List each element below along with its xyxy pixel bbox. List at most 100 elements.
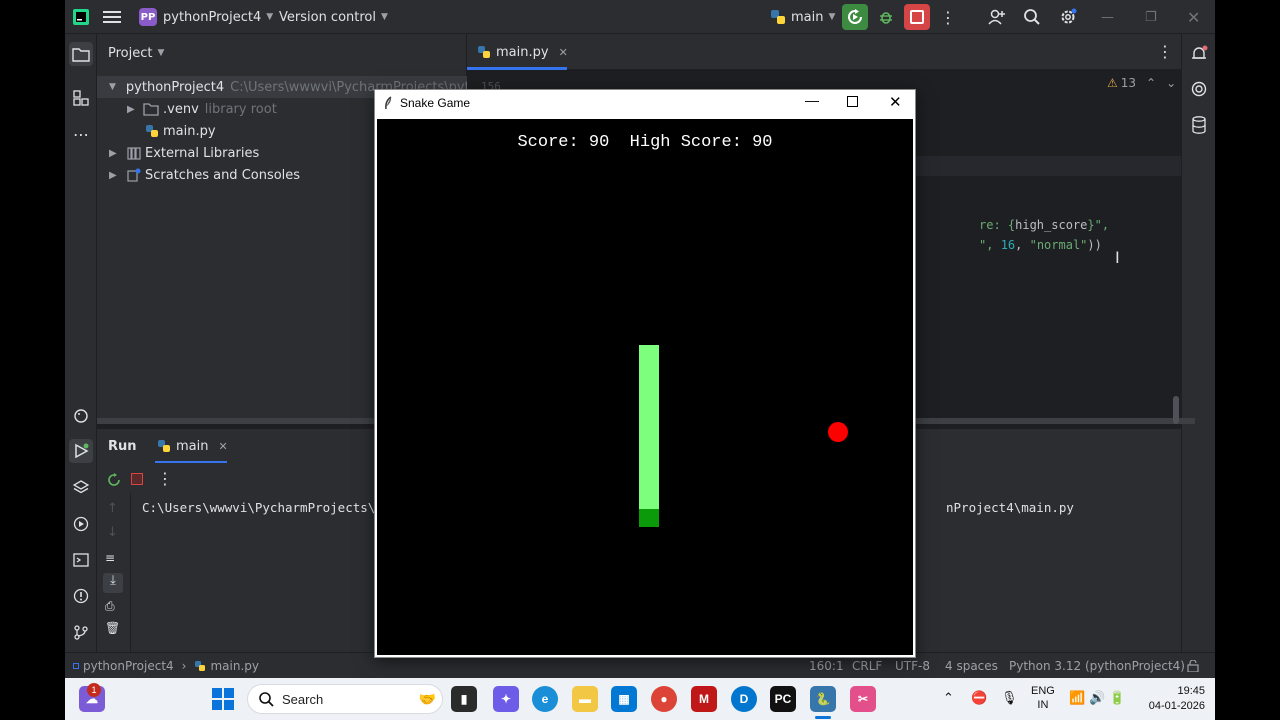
copilot-icon[interactable]: ✦ bbox=[493, 686, 519, 712]
main-py-label: main.py bbox=[163, 123, 216, 139]
problems-icon[interactable] bbox=[69, 584, 93, 608]
version-control-menu[interactable]: Version control ▼ bbox=[279, 0, 388, 34]
start-windows-icon[interactable] bbox=[212, 688, 234, 713]
pycharm-taskbar-icon[interactable]: PC bbox=[770, 686, 796, 712]
snake-game-canvas[interactable]: Score: 90 High Score: 90 bbox=[377, 119, 913, 655]
scroll-to-end-icon[interactable]: ⤓ bbox=[103, 573, 123, 593]
chrome-icon[interactable]: ● bbox=[651, 686, 677, 712]
git-icon[interactable] bbox=[69, 620, 93, 644]
chevron-down-icon: ▼ bbox=[266, 12, 274, 22]
console-output-line-left: C:\Users\wwwvi\PycharmProjects\p bbox=[142, 500, 383, 515]
mcafee-tray-icon[interactable]: ⛔ bbox=[971, 690, 987, 706]
microphone-icon[interactable]: 🎙 bbox=[1001, 690, 1018, 706]
snake-head bbox=[639, 509, 659, 527]
indent-setting[interactable]: 4 spaces bbox=[945, 653, 998, 678]
run-tab-label: main bbox=[176, 438, 209, 454]
rerun-icon[interactable] bbox=[107, 473, 121, 491]
database-icon[interactable] bbox=[1187, 113, 1211, 137]
microsoft-store-icon[interactable]: ▦ bbox=[611, 686, 637, 712]
project-panel-header[interactable]: Project ▼ bbox=[108, 42, 164, 64]
minimize-icon[interactable]: — bbox=[805, 92, 819, 108]
scroll-down-arrow-icon[interactable]: ↓ bbox=[107, 525, 118, 540]
project-folder-icon[interactable] bbox=[69, 42, 93, 66]
tab-main-py[interactable]: main.py ✕ bbox=[477, 34, 568, 70]
feather-icon bbox=[385, 96, 392, 110]
maximize-icon[interactable] bbox=[847, 96, 858, 107]
search-icon[interactable] bbox=[1019, 4, 1045, 30]
python-window-taskbar-icon[interactable]: 🐍 bbox=[810, 686, 836, 712]
tree-item-scratches[interactable]: ▶ Scratches and Consoles bbox=[97, 164, 300, 186]
tree-item-external-libraries[interactable]: ▶ External Libraries bbox=[97, 142, 259, 164]
more-tools-icon[interactable]: ⋯ bbox=[69, 122, 93, 146]
left-tool-strip: ⋯ bbox=[65, 34, 97, 652]
more-actions-icon[interactable]: ⋮ bbox=[935, 4, 961, 30]
console-output-line-right: nProject4\main.py bbox=[946, 500, 1074, 515]
python-interpreter[interactable]: Python 3.12 (pythonProject4) bbox=[1009, 653, 1185, 678]
task-view-icon[interactable]: ▮ bbox=[451, 686, 477, 712]
notifications-bell-icon[interactable] bbox=[1187, 42, 1211, 66]
branch-selector[interactable]: main ▼ bbox=[769, 0, 835, 34]
minimize-window-icon[interactable]: — bbox=[1101, 0, 1114, 34]
volume-icon[interactable]: 🔊 bbox=[1089, 690, 1105, 706]
snake-window-title-bar[interactable]: Snake Game — ✕ bbox=[375, 90, 915, 117]
wifi-icon[interactable]: 📶 bbox=[1069, 690, 1085, 706]
clock[interactable]: 19:45 04-01-2026 bbox=[1145, 684, 1205, 714]
app-logo-icon[interactable] bbox=[73, 0, 89, 34]
dell-icon[interactable]: D bbox=[731, 686, 757, 712]
edge-browser-icon[interactable]: e bbox=[532, 686, 558, 712]
run-tool-icon[interactable] bbox=[69, 439, 93, 463]
chevron-up-icon[interactable]: ⌃ bbox=[1146, 76, 1156, 90]
stop-run-icon[interactable] bbox=[131, 473, 143, 485]
mcafee-icon[interactable]: M bbox=[691, 686, 717, 712]
soft-wrap-icon[interactable]: ≡ bbox=[105, 551, 115, 565]
show-hidden-icons-icon[interactable]: ⌃ bbox=[943, 690, 954, 706]
python-packages-icon[interactable] bbox=[69, 404, 93, 428]
main-menu-icon[interactable] bbox=[103, 0, 121, 34]
external-libraries-label: External Libraries bbox=[145, 145, 260, 161]
inspection-widget[interactable]: ⚠ 13 ⌃ ⌄ bbox=[1107, 76, 1176, 90]
close-tab-icon[interactable]: ✕ bbox=[218, 440, 227, 453]
print-icon[interactable]: ⎙ bbox=[105, 599, 115, 614]
tree-item-main-py[interactable]: main.py bbox=[97, 120, 216, 142]
layers-icon[interactable] bbox=[69, 476, 93, 500]
taskbar-search-box[interactable]: Search 🤝 bbox=[247, 684, 443, 714]
settings-gear-icon[interactable] bbox=[1055, 4, 1081, 30]
stop-button[interactable] bbox=[904, 4, 930, 30]
ai-assistant-icon[interactable] bbox=[1187, 77, 1211, 101]
close-tab-icon[interactable]: ✕ bbox=[559, 46, 568, 59]
snipping-tool-icon[interactable]: ✂ bbox=[850, 686, 876, 712]
debug-bug-icon[interactable] bbox=[873, 4, 899, 30]
search-placeholder: Search bbox=[282, 691, 324, 707]
run-tab-main[interactable]: main ✕ bbox=[157, 429, 228, 463]
chevron-down-icon: ▼ bbox=[157, 48, 165, 58]
language-indicator[interactable]: ENG IN bbox=[1031, 684, 1055, 712]
file-explorer-icon[interactable]: ▬ bbox=[572, 686, 598, 712]
add-user-icon[interactable] bbox=[983, 4, 1009, 30]
close-window-icon[interactable]: ✕ bbox=[1187, 0, 1200, 34]
active-run-tab-underline bbox=[155, 461, 227, 463]
chevron-down-icon[interactable]: ⌄ bbox=[1166, 76, 1176, 90]
lock-icon[interactable] bbox=[1187, 653, 1199, 678]
editor-vertical-scrollbar[interactable] bbox=[1173, 396, 1179, 424]
project-switcher[interactable]: PP pythonProject4 ▼ bbox=[139, 0, 273, 34]
terminal-icon[interactable] bbox=[69, 548, 93, 572]
scroll-up-arrow-icon[interactable]: ↑ bbox=[107, 501, 118, 516]
restore-window-icon[interactable]: ❐ bbox=[1145, 0, 1157, 34]
chevron-right-icon: ▶ bbox=[109, 147, 117, 159]
breadcrumb[interactable]: pythonProject4 › main.py bbox=[73, 653, 259, 678]
close-icon[interactable]: ✕ bbox=[889, 93, 902, 111]
trash-icon[interactable]: 🗑 bbox=[105, 621, 120, 635]
text-cursor-icon: I bbox=[1115, 248, 1120, 267]
breadcrumb-file[interactable]: main.py bbox=[210, 659, 259, 673]
library-icon bbox=[127, 147, 141, 160]
battery-icon[interactable]: 🔋 bbox=[1109, 690, 1125, 706]
food-dot bbox=[828, 422, 848, 442]
run-options-icon[interactable]: ⋮ bbox=[157, 469, 173, 488]
services-icon[interactable] bbox=[69, 512, 93, 536]
rerun-button[interactable] bbox=[842, 4, 868, 30]
structure-icon[interactable] bbox=[69, 86, 93, 110]
python-icon bbox=[771, 10, 785, 24]
tree-item-venv[interactable]: ▶ .venv library root bbox=[97, 98, 277, 120]
tab-options-icon[interactable]: ⋮ bbox=[1157, 42, 1173, 61]
breadcrumb-project[interactable]: pythonProject4 bbox=[83, 659, 174, 673]
